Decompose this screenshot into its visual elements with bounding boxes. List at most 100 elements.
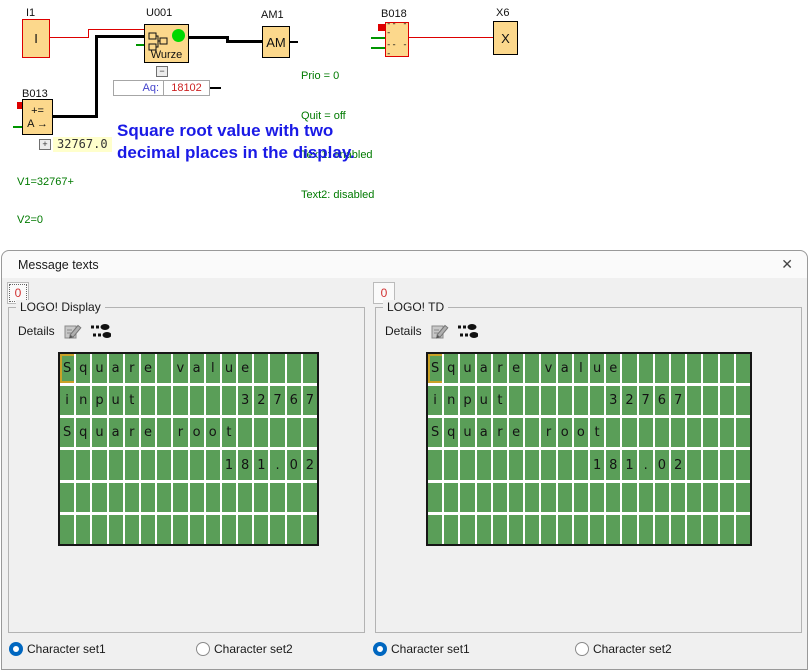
lcd-cell[interactable] [254,354,268,383]
lcd-cell[interactable]: 8 [238,450,252,479]
lcd-cell[interactable] [639,354,653,383]
lcd-cell[interactable] [639,515,653,544]
lcd-cell[interactable] [558,450,572,479]
lcd-cell[interactable]: . [639,450,653,479]
lcd-cell[interactable]: r [173,418,187,447]
lcd-cell[interactable] [254,483,268,512]
lcd-cell[interactable] [574,450,588,479]
lcd-cell[interactable] [541,450,555,479]
lcd-cell[interactable] [444,483,458,512]
lcd-cell[interactable] [222,386,236,415]
lcd-cell[interactable]: S [428,418,442,447]
lcd-cell[interactable] [157,483,171,512]
lcd-cell[interactable]: r [125,354,139,383]
lcd-cell[interactable] [270,515,284,544]
lcd-cell[interactable]: q [76,354,90,383]
lcd-cell[interactable] [428,515,442,544]
lcd-cell[interactable] [141,450,155,479]
lcd-cell[interactable] [222,483,236,512]
wire-b013-to-u001[interactable] [95,35,144,38]
lcd-cell[interactable] [558,515,572,544]
wire-i1-to-u001[interactable] [88,29,144,30]
lcd-cell[interactable]: e [509,418,523,447]
lcd-cell[interactable] [509,483,523,512]
lcd-cell[interactable] [270,354,284,383]
lcd-cell[interactable] [558,386,572,415]
lcd-cell[interactable] [671,515,685,544]
lcd-cell[interactable] [622,515,636,544]
lcd-cell[interactable] [736,386,750,415]
lcd-cell[interactable] [736,418,750,447]
lcd-cell[interactable]: 7 [639,386,653,415]
radio-label-display-charset1[interactable]: Character set1 [27,642,106,657]
radio-label-td-charset1[interactable]: Character set1 [391,642,470,657]
lcd-cell[interactable]: o [558,418,572,447]
lcd-cell[interactable] [720,450,734,479]
lcd-cell[interactable] [157,515,171,544]
lcd-cell[interactable] [428,483,442,512]
lcd-cell[interactable] [606,483,620,512]
lcd-cell[interactable] [655,515,669,544]
lcd-cell[interactable]: u [109,386,123,415]
lcd-cell[interactable]: u [222,354,236,383]
wire-b013-to-u001[interactable] [53,115,95,118]
lcd-cell[interactable] [76,483,90,512]
lcd-cell[interactable]: e [509,354,523,383]
lcd-cell[interactable] [125,515,139,544]
lcd-cell[interactable] [92,515,106,544]
radio-label-display-charset2[interactable]: Character set2 [214,642,293,657]
lcd-cell[interactable] [190,515,204,544]
lcd-cell[interactable] [76,450,90,479]
lcd-cell[interactable] [109,483,123,512]
radio-display-charset2[interactable] [196,642,210,656]
lcd-cell[interactable] [736,483,750,512]
lcd-cell[interactable]: i [60,386,74,415]
lcd-cell[interactable] [303,515,317,544]
lcd-cell[interactable]: t [222,418,236,447]
lcd-cell[interactable]: p [460,386,474,415]
lcd-cell[interactable]: n [76,386,90,415]
lcd-cell[interactable]: u [92,354,106,383]
lcd-cell[interactable]: l [206,354,220,383]
lcd-cell[interactable] [541,386,555,415]
lcd-cell[interactable] [574,483,588,512]
lcd-cell[interactable] [493,450,507,479]
lcd-cell[interactable] [703,354,717,383]
lcd-cell[interactable] [60,450,74,479]
lcd-cell[interactable] [254,515,268,544]
lcd-cell[interactable] [671,483,685,512]
lcd-cell[interactable]: 7 [671,386,685,415]
lcd-cell[interactable]: a [109,354,123,383]
lcd-cell[interactable] [493,483,507,512]
lcd-cell[interactable]: S [428,354,442,383]
lcd-cell[interactable]: e [141,418,155,447]
lcd-cell[interactable] [720,386,734,415]
lcd-cell[interactable] [736,515,750,544]
lcd-cell[interactable]: e [141,354,155,383]
lcd-cell[interactable] [509,450,523,479]
lcd-cell[interactable] [639,483,653,512]
lcd-cell[interactable]: q [444,354,458,383]
lcd-cell[interactable] [525,483,539,512]
lcd-cell[interactable]: u [460,418,474,447]
lcd-cell[interactable] [509,386,523,415]
lcd-cell[interactable]: 0 [655,450,669,479]
lcd-cell[interactable]: n [444,386,458,415]
lcd-cell[interactable] [270,483,284,512]
lcd-cell[interactable]: a [190,354,204,383]
lcd-cell[interactable]: 0 [287,450,301,479]
block-am1[interactable]: AM [262,26,290,58]
lcd-cell[interactable] [141,386,155,415]
wire-i1-to-u001[interactable] [88,29,89,38]
lcd-cell[interactable] [206,450,220,479]
edit-details-icon[interactable] [430,322,450,340]
lcd-cell[interactable] [574,515,588,544]
lcd-cell[interactable] [525,354,539,383]
lcd-cell[interactable] [254,418,268,447]
lcd-cell[interactable] [60,483,74,512]
b013-sum-value[interactable]: 32767.0 [53,137,112,152]
wire-b013-to-u001[interactable] [95,35,98,118]
lcd-cell[interactable] [639,418,653,447]
lcd-cell[interactable] [606,418,620,447]
lcd-cell[interactable]: 1 [622,450,636,479]
